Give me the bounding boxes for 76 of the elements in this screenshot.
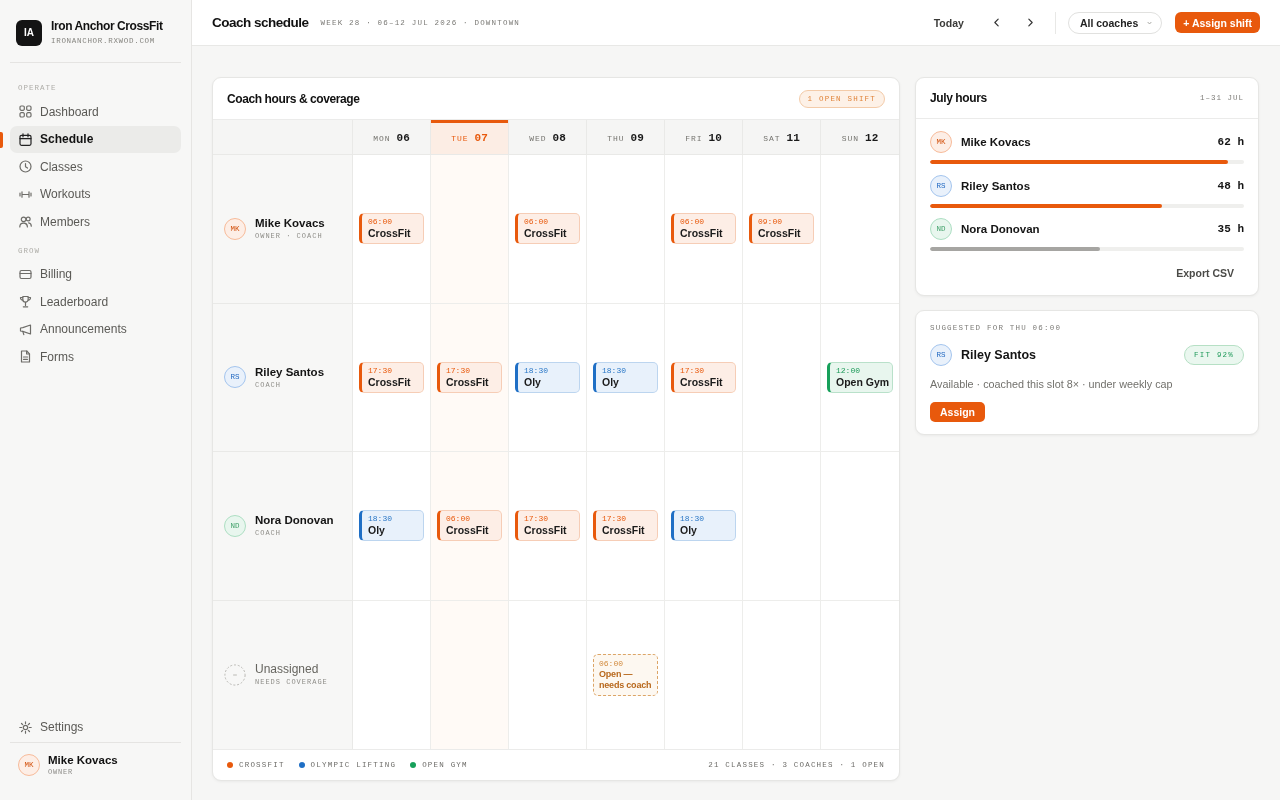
caret-icon	[1147, 20, 1153, 25]
shift-event[interactable]: 17:30 CrossFit	[359, 361, 424, 393]
active-indicator	[0, 131, 3, 148]
day-date: 09	[630, 132, 644, 144]
nav-item[interactable]: Forms	[10, 343, 181, 371]
export-csv-button[interactable]: Export CSV	[1176, 264, 1234, 281]
clock-icon	[19, 160, 32, 174]
settings-icon	[19, 720, 32, 734]
nav-item[interactable]: Billing	[10, 260, 181, 288]
day-name: THU	[607, 133, 625, 143]
user-name: Mike Kovacs	[48, 753, 118, 767]
shift-event[interactable]: 18:30 Oly	[671, 510, 736, 542]
shift-event[interactable]: 06:00 CrossFit	[671, 213, 736, 245]
coach-name: Mike Kovacs	[255, 216, 325, 231]
nav-item[interactable]: Settings	[10, 713, 181, 741]
card-title: July hours	[930, 91, 987, 105]
coach-name: Mike Kovacs	[961, 136, 1031, 148]
nav-item[interactable]: Leaderboard	[10, 288, 181, 316]
shift-event[interactable]: 18:30 Oly	[359, 510, 424, 542]
shift-event[interactable]: 17:30 CrossFit	[437, 361, 502, 393]
shift-event[interactable]: 06:00 CrossFit	[515, 213, 580, 245]
chevron-left-icon	[994, 18, 1000, 27]
day-name: TUE	[451, 133, 469, 143]
shift-event[interactable]: 06:00 CrossFit	[359, 213, 424, 245]
coach-name: Riley Santos	[255, 364, 325, 379]
chevron-right-icon	[1028, 18, 1034, 27]
coach-name: Riley Santos	[961, 347, 1037, 362]
shift-event[interactable]: 09:00 CrossFit	[749, 213, 814, 245]
shift-event[interactable]: 12:00 Open Gym	[827, 361, 893, 393]
nav-item[interactable]: Classes	[10, 153, 181, 181]
shift-event[interactable]: 06:00 CrossFit	[437, 510, 502, 542]
nav-item[interactable]: Announcements	[10, 315, 181, 343]
brand-logo: IA	[16, 19, 42, 46]
coach-name: Nora Donovan	[961, 223, 1040, 235]
brand-name: Iron Anchor CrossFit	[51, 19, 163, 34]
shift-event[interactable]: 18:30 Oly	[593, 361, 658, 393]
coach-name: Nora Donovan	[255, 513, 334, 528]
day-name: SAT	[763, 133, 781, 143]
trophy-icon	[19, 295, 32, 309]
day-date: 12	[865, 132, 879, 144]
day-name: SUN	[841, 133, 860, 143]
card-title: Coach hours & coverage	[227, 91, 360, 106]
shift-event[interactable]: 18:30 Oly	[515, 361, 580, 393]
document-icon	[19, 350, 32, 364]
coach-name: Unassigned	[255, 662, 320, 677]
shift-event[interactable]: 17:30 CrossFit	[593, 510, 658, 542]
hours-value: 48 h	[1217, 179, 1244, 192]
grid-icon	[19, 105, 32, 119]
people-icon	[19, 215, 32, 229]
shift-event[interactable]: 17:30 CrossFit	[671, 361, 736, 393]
nav-item[interactable]: Workouts	[10, 180, 181, 208]
nav-item[interactable]: Dashboard	[10, 98, 181, 126]
dashed-circle-icon	[224, 663, 246, 686]
assign-shift-button[interactable]: + Assign shift	[1175, 12, 1260, 33]
nav-item[interactable]: Members	[10, 208, 181, 236]
coach-filter-dropdown[interactable]: All coaches	[1067, 11, 1163, 34]
day-date: 07	[474, 132, 488, 144]
shift-event[interactable]: 06:00 Open — needs coach	[593, 653, 658, 696]
day-name: FRI	[685, 133, 703, 143]
day-name: WED	[529, 133, 547, 143]
day-date: 06	[396, 132, 410, 144]
hours-value: 35 h	[1217, 223, 1244, 235]
today-button[interactable]: Today	[927, 12, 970, 33]
day-date: 10	[708, 132, 722, 144]
megaphone-icon	[19, 322, 32, 336]
coach-name: Riley Santos	[961, 179, 1031, 192]
hours-value: 62 h	[1217, 136, 1244, 148]
page-title: Coach schedule	[212, 15, 309, 30]
credit-card-icon	[19, 267, 32, 281]
shift-event[interactable]: 17:30 CrossFit	[515, 510, 580, 542]
day-date: 11	[786, 132, 800, 144]
calendar-icon	[19, 132, 32, 146]
day-name: MON	[373, 133, 391, 143]
day-date: 08	[552, 132, 566, 144]
suggestion-note: Available · coached this slot 8× · under weekly cap	[930, 377, 1174, 391]
assign-button[interactable]: Assign	[930, 401, 985, 422]
